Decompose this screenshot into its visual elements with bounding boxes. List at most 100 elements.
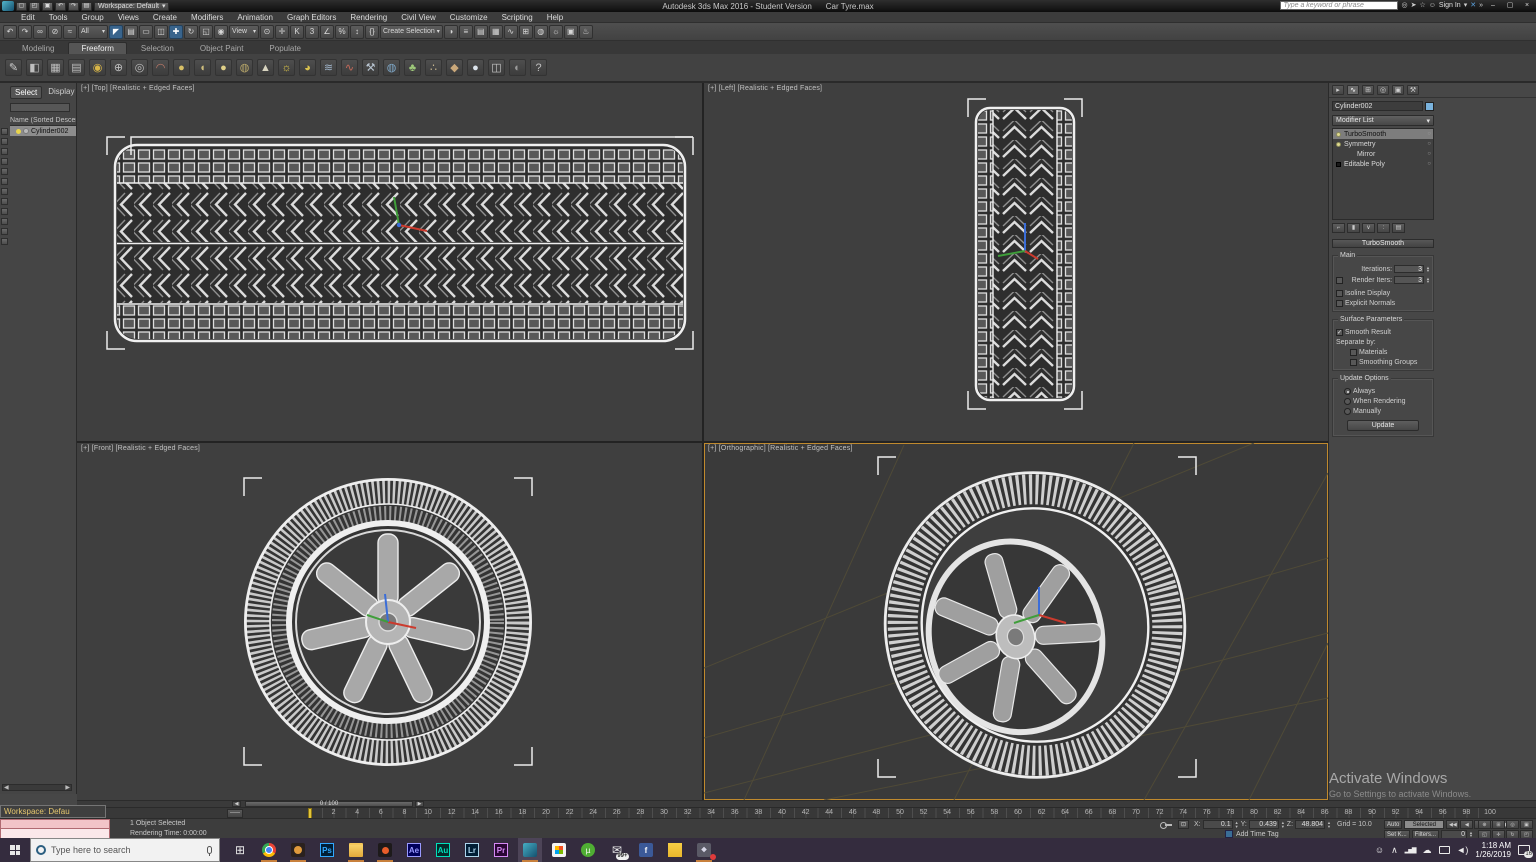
chrome-icon[interactable] (257, 838, 281, 862)
hammer-tool-icon[interactable]: ⚒ (362, 59, 379, 76)
sun-shape-icon[interactable]: ☼ (278, 59, 295, 76)
layer-manager-icon[interactable]: ▤ (474, 25, 488, 39)
leaf-tool-icon[interactable]: ♣ (404, 59, 421, 76)
dome-shape-icon[interactable]: ◖ (194, 59, 211, 76)
mail-icon[interactable]: ✉ 99+ (605, 838, 629, 862)
update-when-rendering-radio[interactable] (1344, 398, 1351, 405)
z-coord-field[interactable]: 48.804 (1295, 820, 1325, 829)
update-always-radio[interactable] (1344, 388, 1351, 395)
update-button[interactable]: Update (1347, 420, 1419, 431)
object-name-field[interactable]: Cylinder002 (1332, 101, 1423, 111)
modifier-visibility-icon[interactable] (1336, 142, 1341, 147)
scene-object-row[interactable]: Cylinder002 (10, 126, 76, 136)
tab-selection[interactable]: Selection (129, 43, 186, 54)
viewport-front-label[interactable]: [+] [Front] [Realistic + Edged Faces] (81, 445, 200, 452)
display-geometry-icon[interactable] (1, 148, 8, 155)
gem-tool-icon[interactable]: ◆ (446, 59, 463, 76)
ribbon-help-icon[interactable]: ? (530, 59, 547, 76)
globe-tool-icon[interactable]: ◍ (383, 59, 400, 76)
modifier-editable-poly[interactable]: Editable Poly (1333, 159, 1433, 169)
auto-key-button[interactable]: Auto (1384, 820, 1402, 829)
smooth-result-checkbox[interactable] (1336, 329, 1343, 336)
select-and-scale-icon[interactable]: ◱ (199, 25, 213, 39)
menu-item[interactable]: Animation (230, 12, 280, 23)
tab-freeform[interactable]: Freeform (68, 42, 126, 54)
3ds-max-taskbar-icon[interactable] (518, 838, 542, 862)
pin-stack-icon[interactable]: ⌐ (1332, 223, 1345, 233)
material-editor-icon[interactable]: ◍ (534, 25, 548, 39)
start-button[interactable] (0, 838, 30, 862)
maxscript-mini-listener[interactable] (0, 819, 110, 829)
modifier-symmetry[interactable]: Symmetry (1333, 139, 1433, 149)
minimize-button[interactable]: – (1486, 1, 1500, 10)
rendered-frame-window-icon[interactable]: ▣ (564, 25, 578, 39)
display-helpers-icon[interactable] (1, 188, 8, 195)
selection-filter-dropdown[interactable]: All (78, 25, 108, 39)
pearl-tool-icon[interactable]: ● (467, 59, 484, 76)
clone-tool-icon[interactable]: ◫ (488, 59, 505, 76)
viewport-left-label[interactable]: [+] [Left] [Realistic + Edged Faces] (708, 85, 822, 92)
help-search-input[interactable] (1280, 1, 1398, 10)
strips-tool-icon[interactable]: ≋ (320, 59, 337, 76)
sphere-shape-icon[interactable]: ● (173, 59, 190, 76)
lightroom-icon[interactable]: Lr (460, 838, 484, 862)
zoom-extents-icon[interactable]: ◎ (1506, 820, 1519, 829)
mini-curve-editor-button[interactable] (227, 809, 243, 818)
chevron-up-icon[interactable]: ∧ (1391, 845, 1398, 856)
branches-tool-icon[interactable]: ∿ (341, 59, 358, 76)
community-icon[interactable]: ➤ (1411, 1, 1417, 10)
y-coord-spinner[interactable]: ▲▼ (1281, 821, 1285, 828)
display-lights-icon[interactable] (1, 168, 8, 175)
key-filter-dropdown[interactable]: Selected (1404, 820, 1444, 829)
snaps-toggle-icon[interactable]: 3 (305, 25, 319, 39)
menu-item[interactable]: Tools (42, 12, 75, 23)
microsoft-store-icon[interactable] (547, 838, 571, 862)
select-and-rotate-icon[interactable]: ↻ (184, 25, 198, 39)
pinch-brush-icon[interactable]: ◠ (152, 59, 169, 76)
display-spacewarps-icon[interactable] (1, 198, 8, 205)
taskbar-clock[interactable]: 1:18 AM 1/26/2019 (1475, 841, 1511, 859)
performance-monitor-icon[interactable]: ▂▅▇ (1405, 847, 1416, 854)
3ds-max-logo-icon[interactable] (2, 1, 14, 11)
close-button[interactable]: × (1520, 1, 1534, 10)
keyboard-shortcut-override-icon[interactable]: K (290, 25, 304, 39)
curve-editor-icon[interactable]: ∿ (504, 25, 518, 39)
menu-item[interactable]: Graph Editors (280, 12, 343, 23)
taskbar-search[interactable] (30, 838, 220, 862)
graphite-ribbon-toggle-icon[interactable]: ▦ (489, 25, 503, 39)
previous-key-icon[interactable]: ◀ (1460, 820, 1473, 829)
menu-item[interactable]: Views (111, 12, 146, 23)
new-scene-icon[interactable]: ▢ (16, 2, 27, 11)
tab-object-paint[interactable]: Object Paint (188, 43, 256, 54)
audition-icon[interactable]: Au (431, 838, 455, 862)
sticky-notes-icon[interactable] (663, 838, 687, 862)
after-effects-icon[interactable]: Ae (402, 838, 426, 862)
y-coord-field[interactable]: 0.439 (1249, 820, 1279, 829)
align-icon[interactable]: ≡ (459, 25, 473, 39)
viewport-left[interactable]: [+] [Left] [Realistic + Edged Faces] (704, 83, 1328, 441)
render-iters-checkbox[interactable] (1336, 277, 1343, 284)
motion-tab-icon[interactable]: ◎ (1377, 85, 1389, 95)
absolute-mode-icon[interactable]: ⊡ (1178, 820, 1189, 829)
modifier-visibility-icon[interactable] (1336, 162, 1341, 167)
popcorn-time-icon[interactable] (286, 838, 310, 862)
menu-item[interactable]: Group (74, 12, 110, 23)
menu-item[interactable]: Rendering (343, 12, 394, 23)
time-slider[interactable]: ◀ 0 / 100 ▶ (77, 800, 1536, 807)
orb-shape-icon[interactable]: ◕ (299, 59, 316, 76)
spinner-snap-icon[interactable]: ↕ (350, 25, 364, 39)
ball-shape-icon[interactable]: ● (215, 59, 232, 76)
tab-modeling[interactable]: Modeling (10, 43, 66, 54)
scene-explorer-hscrollbar[interactable]: ◀ ▶ (2, 784, 72, 791)
add-time-tag-button[interactable]: Add Time Tag (1236, 831, 1279, 838)
smoothing-groups-checkbox[interactable] (1350, 359, 1357, 366)
turbosmooth-rollout-header[interactable]: TurboSmooth (1332, 239, 1434, 248)
menu-item[interactable]: Edit (14, 12, 42, 23)
workspace-dropdown[interactable]: Workspace: Default ▾ (94, 2, 169, 11)
conform-brush-icon[interactable]: ◧ (26, 59, 43, 76)
undo-small-icon[interactable]: ↶ (55, 2, 66, 11)
materials-checkbox[interactable] (1350, 349, 1357, 356)
network-icon[interactable] (1439, 846, 1450, 854)
isoline-display-checkbox[interactable] (1336, 290, 1343, 297)
make-unique-icon[interactable]: ∨ (1362, 223, 1375, 233)
